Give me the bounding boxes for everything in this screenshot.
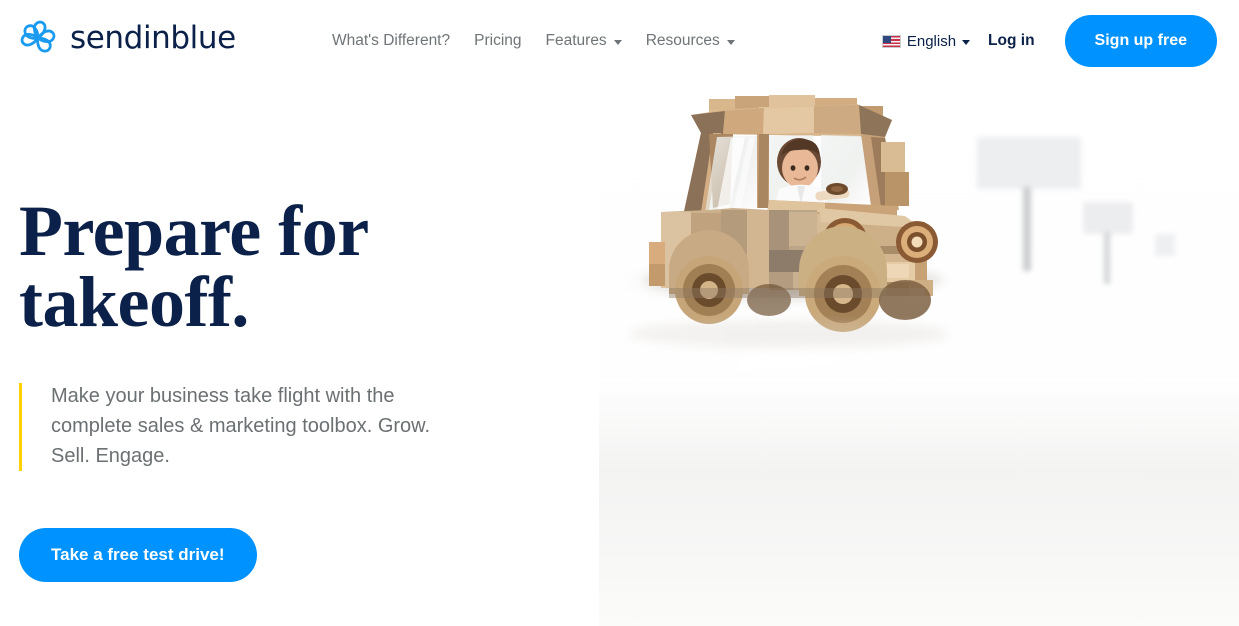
us-flag-icon (881, 34, 901, 48)
pinwheel-spiral-icon (20, 20, 56, 53)
header-actions: English Log in Sign up free (881, 14, 1217, 68)
main-navigation: What's Different? Pricing Features Resou… (332, 29, 735, 53)
background-sign-small (1155, 234, 1175, 256)
headline-line-1: Prepare for (19, 191, 369, 271)
hero-image-toy-car (599, 82, 1239, 626)
headlight-right (896, 221, 938, 263)
language-label: English (906, 32, 957, 50)
hero-subtitle-block: Make your business take flight with the … (19, 381, 489, 472)
wooden-toy-car-illustration (599, 82, 1239, 626)
nav-label: Resources (645, 32, 720, 49)
site-header: sendinblue What's Different? Pricing Fea… (0, 0, 1239, 82)
signup-free-button[interactable]: Sign up free (1064, 15, 1217, 67)
chevron-down-icon (726, 39, 735, 45)
accent-bar (19, 382, 22, 471)
hero-section: Prepare for takeoff. Make your business … (19, 195, 489, 582)
nav-item-resources[interactable]: Resources (646, 29, 735, 53)
language-selector[interactable]: English (881, 32, 971, 50)
brand-wordmark: sendinblue (70, 19, 236, 56)
chevron-down-icon (962, 39, 971, 45)
hero-subtitle: Make your business take flight with the … (51, 384, 431, 468)
login-link[interactable]: Log in (988, 32, 1035, 50)
headline-line-2: takeoff. (19, 262, 249, 343)
nav-item-features[interactable]: Features (546, 29, 622, 53)
nav-label: What's Different? (332, 32, 451, 49)
nav-label: Pricing (474, 32, 522, 49)
chevron-down-icon (613, 39, 622, 45)
nav-item-pricing[interactable]: Pricing (474, 29, 521, 53)
nav-label: Features (545, 32, 607, 49)
nav-item-whats-different[interactable]: What's Different? (332, 29, 450, 53)
test-drive-cta-button[interactable]: Take a free test drive! (19, 527, 257, 582)
landing-page: sendinblue What's Different? Pricing Fea… (0, 0, 1239, 626)
page-title: Prepare for takeoff. (19, 195, 489, 343)
brand-logo-link[interactable]: sendinblue (18, 18, 236, 58)
